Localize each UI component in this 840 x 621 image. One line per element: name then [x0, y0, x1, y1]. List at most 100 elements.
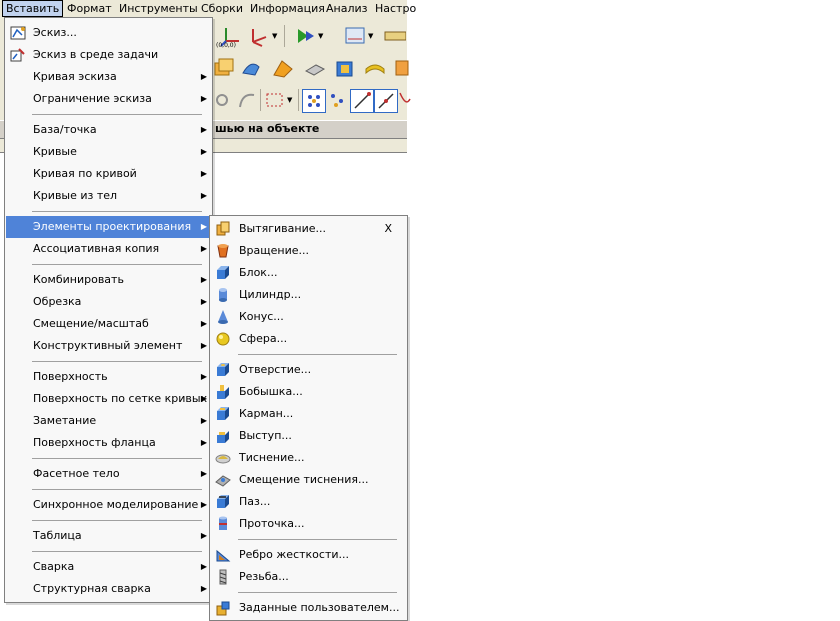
menu-item-offset-scale[interactable]: Смещение/масштаб ▶ [6, 313, 211, 335]
thicken-tb-icon[interactable] [304, 57, 326, 79]
submenu-item-offset-emboss[interactable]: Смещение тиснения... [211, 469, 406, 491]
ruler-icon[interactable] [384, 25, 406, 47]
menu-assemblies[interactable]: Сборки [198, 1, 246, 16]
insert-menu: Эскиз... Эскиз в среде задачи Кривая эск… [4, 17, 213, 603]
menu-separator [238, 592, 397, 593]
submenu-item-sphere[interactable]: Сфера... [211, 328, 406, 350]
shortcut-label: X [384, 222, 392, 235]
submenu-arrow-icon: ▶ [200, 469, 207, 478]
menu-format[interactable]: Формат [64, 1, 115, 16]
thread-icon [219, 569, 227, 585]
snap-point-icon[interactable] [212, 89, 234, 111]
shell-tb-icon[interactable] [334, 57, 356, 79]
submenu-arrow-icon: ▶ [200, 341, 207, 350]
submenu-item-pocket[interactable]: Карман... [211, 403, 406, 425]
menu-insert[interactable]: Вставить [2, 0, 64, 17]
menu-item-sketch-constraint[interactable]: Ограничение эскиза ▶ [6, 88, 211, 110]
sweep-tb-icon[interactable] [240, 57, 262, 79]
submenu-item-hole[interactable]: Отверстие... [211, 359, 406, 381]
menu-item-curves[interactable]: Кривые ▶ [6, 141, 211, 163]
toolbar-row-1: (0,0,0) ▼ ▼ ▼ [212, 21, 407, 51]
submenu-item-revolve[interactable]: Вращение... [211, 240, 406, 262]
snap-multi-icon[interactable] [326, 89, 348, 111]
extrude-tb-icon[interactable] [212, 57, 234, 79]
menu-item-synchronous-modeling[interactable]: Синхронное моделирование ▶ [6, 494, 211, 516]
snap-endpoint-icon[interactable] [350, 89, 374, 113]
submenu-item-cone[interactable]: Конус... [211, 306, 406, 328]
menu-item-label: Заданные пользователем... [239, 601, 400, 614]
menu-item-combine[interactable]: Комбинировать ▶ [6, 269, 211, 291]
datum-dropdown-icon[interactable]: ▼ [272, 25, 280, 47]
submenu-arrow-icon: ▶ [200, 147, 207, 156]
drawing-dropdown-icon[interactable]: ▼ [368, 25, 376, 47]
menu-item-curve-from-curves[interactable]: Кривая по кривой ▶ [6, 163, 211, 185]
submenu-arrow-icon: ▶ [200, 500, 207, 509]
motion-icon[interactable] [294, 25, 316, 47]
block-icon [217, 266, 229, 279]
menu-item-task-sketch[interactable]: Эскиз в среде задачи [6, 44, 211, 66]
menu-item-trim[interactable]: Обрезка ▶ [6, 291, 211, 313]
menu-item-weld[interactable]: Сварка ▶ [6, 556, 211, 578]
menu-item-flange-surface[interactable]: Поверхность фланца ▶ [6, 432, 211, 454]
motion-dropdown-icon[interactable]: ▼ [318, 25, 326, 47]
submenu-item-cylinder[interactable]: Цилиндр... [211, 284, 406, 306]
submenu-item-rib[interactable]: Ребро жесткости... [211, 544, 406, 566]
menu-item-mesh-surface[interactable]: Поверхность по сетке кривых ▶ [6, 388, 211, 410]
menu-item-label: Элементы проектирования [33, 220, 192, 233]
snap-control-icon[interactable] [398, 89, 420, 111]
menu-item-label: Ребро жесткости... [239, 548, 349, 561]
menu-item-facet-body[interactable]: Фасетное тело ▶ [6, 463, 211, 485]
menu-tools[interactable]: Инструменты [116, 1, 201, 16]
menu-analysis[interactable]: Анализ [323, 1, 371, 16]
menu-item-sketch[interactable]: Эскиз... [6, 22, 211, 44]
menu-separator [32, 551, 202, 552]
submenu-item-groove[interactable]: Проточка... [211, 513, 406, 535]
selection-dropdown-icon[interactable]: ▼ [287, 89, 295, 111]
patch-tb-icon[interactable] [272, 57, 294, 79]
menu-item-datum-point[interactable]: База/точка ▶ [6, 119, 211, 141]
submenu-arrow-icon: ▶ [200, 416, 207, 425]
menu-item-sketch-curve[interactable]: Кривая эскиза ▶ [6, 66, 211, 88]
datum-csys-icon[interactable] [248, 25, 270, 47]
submenu-arrow-icon: ▶ [200, 562, 207, 571]
menu-item-design-feature[interactable]: Элементы проектирования ▶ [6, 216, 211, 238]
submenu-arrow-icon: ▶ [200, 319, 207, 328]
snap-grid-icon[interactable] [302, 89, 326, 113]
submenu-item-pad[interactable]: Выступ... [211, 425, 406, 447]
menu-item-detail-feature[interactable]: Конструктивный элемент ▶ [6, 335, 211, 357]
menu-item-label: Отверстие... [239, 363, 312, 376]
menu-item-label: Поверхность фланца [33, 436, 156, 449]
submenu-item-emboss[interactable]: Тиснение... [211, 447, 406, 469]
menu-item-surface[interactable]: Поверхность ▶ [6, 366, 211, 388]
submenu-item-extrude[interactable]: Вытягивание... X [211, 218, 406, 240]
submenu-item-slot[interactable]: Паз... [211, 491, 406, 513]
menu-item-label: Ограничение эскиза [33, 92, 152, 105]
submenu-item-boss[interactable]: Бобышка... [211, 381, 406, 403]
menu-item-associative-copy[interactable]: Ассоциативная копия ▶ [6, 238, 211, 260]
menu-information[interactable]: Информация [247, 1, 328, 16]
submenu-item-user-defined[interactable]: Заданные пользователем... [211, 597, 406, 619]
snap-midpoint-icon[interactable] [374, 89, 398, 113]
menu-item-label: Комбинировать [33, 273, 124, 286]
selection-box-icon[interactable] [264, 89, 286, 111]
menu-preferences[interactable]: Настро [372, 1, 419, 16]
drawing-icon[interactable] [344, 25, 366, 47]
menu-item-label: Кривая по кривой [33, 167, 137, 180]
offset-emboss-icon [215, 475, 231, 487]
snap-curve-icon[interactable] [236, 89, 258, 111]
menu-item-curves-from-bodies[interactable]: Кривые из тел ▶ [6, 185, 211, 207]
menu-item-label: Вращение... [239, 244, 309, 257]
menu-item-label: Блок... [239, 266, 278, 279]
menu-item-label: Смещение/масштаб [33, 317, 149, 330]
menu-item-sweep[interactable]: Заметание ▶ [6, 410, 211, 432]
submenu-item-thread[interactable]: Резьба... [211, 566, 406, 588]
submenu-item-block[interactable]: Блок... [211, 262, 406, 284]
blend-tb-icon[interactable] [364, 57, 386, 79]
menu-item-table[interactable]: Таблица ▶ [6, 525, 211, 547]
submenu-arrow-icon: ▶ [200, 222, 207, 231]
menu-item-label: Карман... [239, 407, 294, 420]
offset-tb-icon[interactable] [392, 57, 414, 79]
menu-item-label: Вытягивание... [239, 222, 327, 235]
menu-item-label: Таблица [33, 529, 82, 542]
menu-item-structural-weld[interactable]: Структурная сварка ▶ [6, 578, 211, 600]
